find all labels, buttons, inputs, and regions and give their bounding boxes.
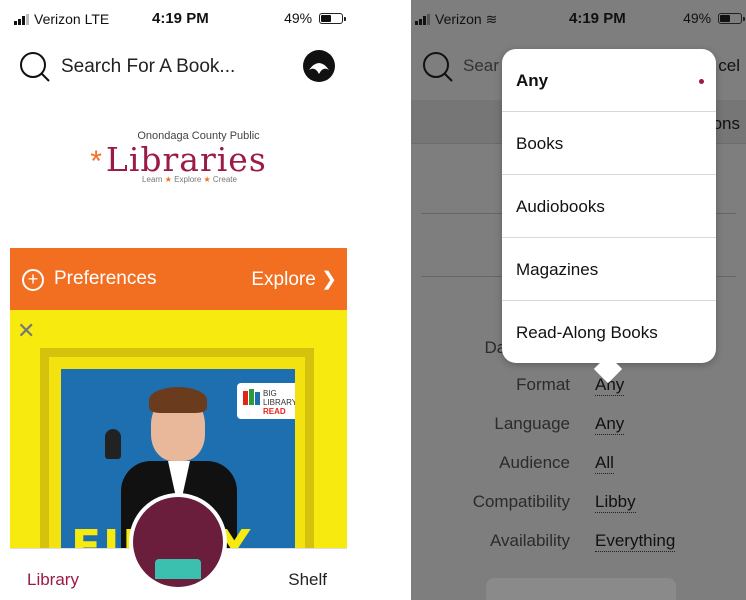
filter-value[interactable]: Everything: [595, 531, 676, 552]
status-time: 4:19 PM: [152, 10, 209, 27]
filter-compatibility[interactable]: Compatibility Libby: [411, 492, 746, 518]
battery-status: 49%: [284, 10, 346, 26]
status-bar: Verizon LTE 4:19 PM 49%: [10, 0, 347, 34]
format-option-audiobooks[interactable]: Audiobooks: [502, 175, 716, 238]
filter-label: Audience: [499, 453, 570, 472]
carrier-name: Verizon: [34, 11, 81, 27]
format-option-books[interactable]: Books: [502, 112, 716, 175]
person-hair: [149, 387, 207, 413]
selected-dot-icon: [699, 79, 704, 84]
option-label: Read-Along Books: [516, 323, 658, 342]
option-label: Any: [516, 71, 549, 90]
search-icon[interactable]: [18, 50, 52, 84]
filter-audience[interactable]: Audience All: [411, 453, 746, 479]
libby-icon: [133, 497, 223, 587]
close-icon[interactable]: ✕: [17, 318, 35, 344]
tag-create: Create: [212, 175, 237, 184]
signal-bars-icon: [14, 14, 29, 25]
search-input[interactable]: Sear: [463, 56, 499, 76]
status-time: 4:19 PM: [569, 10, 626, 27]
battery-icon: [319, 13, 346, 24]
search-icon[interactable]: [421, 50, 455, 84]
preferences-button[interactable]: Preferences: [54, 268, 156, 290]
filter-value[interactable]: All: [595, 453, 614, 474]
star-icon: ★: [203, 175, 211, 184]
profile-icon: [309, 63, 329, 74]
library-logo: Onondaga County Public *Libraries Learn …: [10, 130, 347, 184]
search-filters-screen: Verizon ≋ 4:19 PM 49% Sear cel ons S Dat…: [411, 0, 746, 600]
battery-status: 49%: [683, 10, 745, 26]
network-type: LTE: [84, 11, 110, 27]
logo-tagline: Learn ★ Explore ★ Create: [32, 175, 347, 184]
cancel-button[interactable]: cel: [718, 56, 740, 76]
badge-line-2: LIBRARY: [263, 398, 295, 407]
filter-label: Availability: [489, 531, 570, 550]
plus-circle-icon[interactable]: +: [22, 269, 44, 291]
avatar[interactable]: [303, 50, 335, 82]
format-option-read-along-books[interactable]: Read-Along Books: [502, 301, 716, 364]
preferences-bar[interactable]: + Preferences Explore ❯: [10, 248, 347, 310]
filter-label: Language: [494, 414, 570, 433]
option-label: Magazines: [516, 260, 599, 279]
library-home-screen: Verizon LTE 4:19 PM 49% Search For A Boo…: [10, 0, 347, 600]
format-option-magazines[interactable]: Magazines: [502, 238, 716, 301]
tab-library[interactable]: Library: [27, 570, 79, 590]
apply-button[interactable]: [486, 578, 676, 600]
filter-value[interactable]: Libby: [595, 492, 636, 513]
format-popover-menu: Any Books Audiobooks Magazines Read-Alon…: [502, 49, 716, 384]
asterisk-icon: *: [90, 145, 103, 178]
search-bar[interactable]: Search For A Book...: [10, 46, 347, 86]
explore-label: Explore: [251, 269, 316, 290]
options-label[interactable]: ons: [713, 114, 740, 134]
filter-language[interactable]: Language Any: [411, 414, 746, 440]
filter-availability[interactable]: Availability Everything: [411, 531, 746, 557]
option-label: Audiobooks: [516, 197, 605, 216]
carrier-info: Verizon LTE: [14, 11, 109, 27]
tag-explore: Explore: [174, 175, 202, 184]
carrier-name: Verizon: [435, 11, 482, 27]
carrier-info: Verizon ≋: [415, 11, 497, 28]
filter-label: Format: [516, 375, 570, 394]
libby-home-button[interactable]: [129, 493, 227, 591]
explore-button[interactable]: Explore ❯: [251, 268, 337, 291]
big-library-read-badge: BIG LIBRARY READ: [237, 383, 295, 419]
star-icon: ★: [164, 175, 172, 184]
chevron-right-icon: ❯: [321, 269, 337, 290]
option-label: Books: [516, 134, 564, 153]
battery-icon: [718, 13, 745, 24]
tag-learn: Learn: [142, 175, 163, 184]
badge-line-1: BIG: [263, 389, 277, 398]
microphone-icon: [105, 429, 121, 459]
logo-main: *Libraries: [10, 140, 347, 179]
battery-percent: 49%: [683, 10, 712, 26]
search-input[interactable]: Search For A Book...: [61, 56, 235, 78]
filter-value[interactable]: Any: [595, 414, 625, 435]
badge-line-3: READ: [263, 407, 286, 416]
filter-label: Compatibility: [472, 492, 570, 511]
format-option-any[interactable]: Any: [502, 49, 716, 112]
battery-percent: 49%: [284, 10, 313, 26]
logo-word: Libraries: [105, 140, 267, 179]
wifi-icon: ≋: [485, 11, 498, 27]
signal-bars-icon: [415, 14, 430, 25]
filter-format[interactable]: Format Any: [411, 375, 746, 401]
status-bar: Verizon ≋ 4:19 PM 49%: [411, 0, 746, 34]
tab-shelf[interactable]: Shelf: [288, 570, 327, 590]
books-icon: [243, 389, 260, 405]
